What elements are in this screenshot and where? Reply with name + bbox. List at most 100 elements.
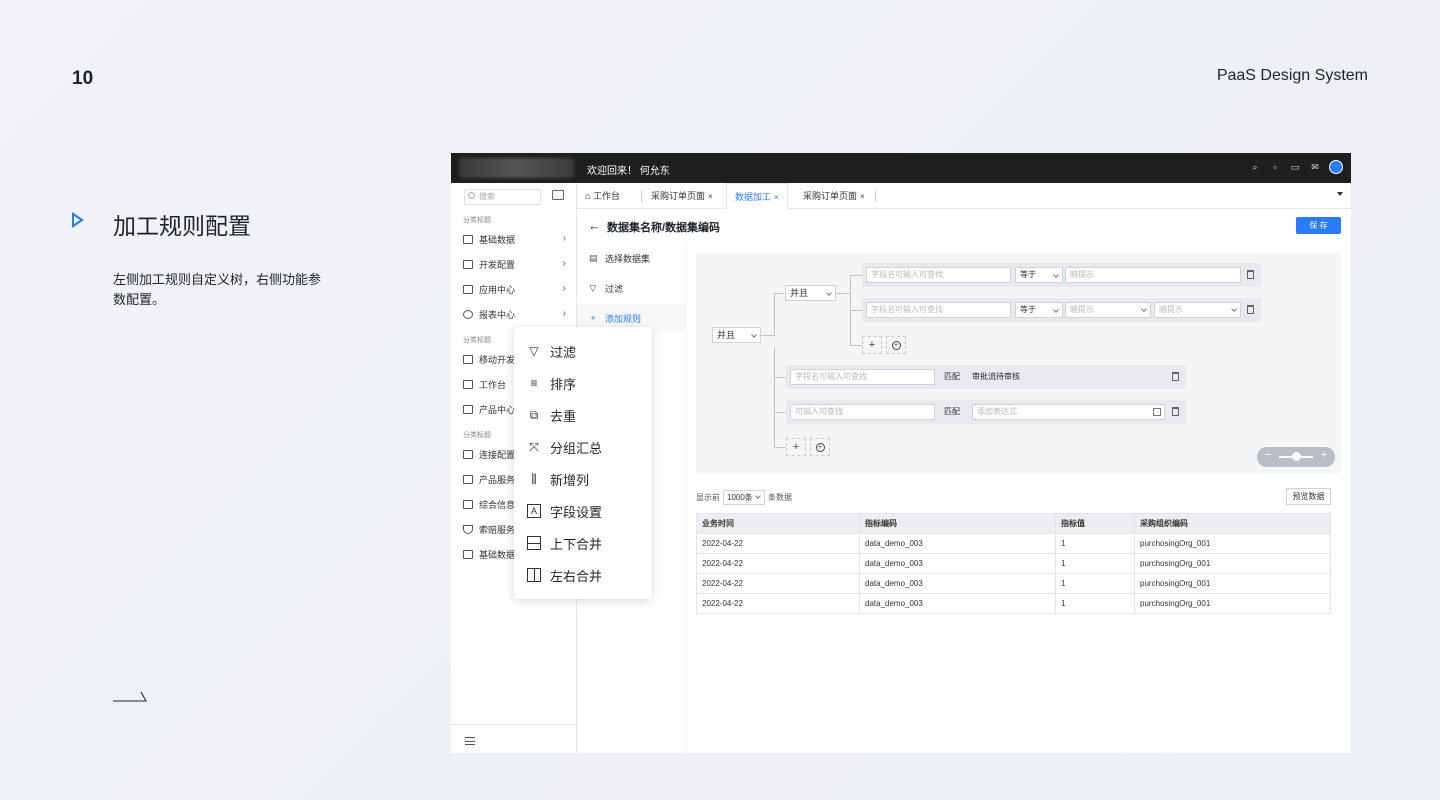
add-column-icon: ⫼	[531, 472, 537, 486]
close-icon[interactable]: ×	[708, 192, 713, 201]
step-select-dataset[interactable]: ▤ 选择数据集	[577, 243, 687, 273]
sidebar-item[interactable]: 开发配置 ›	[463, 255, 568, 273]
add-folder-icon[interactable]	[552, 190, 564, 200]
menu-item-sort[interactable]: ≡ 排序	[514, 367, 652, 399]
trash-icon[interactable]	[1172, 372, 1179, 381]
step-filter[interactable]: ▽ 过滤	[577, 273, 687, 303]
field-input[interactable]: 可输入可查找	[790, 404, 935, 420]
lock-icon[interactable]: ▫	[1269, 161, 1281, 173]
chevron-down-icon	[755, 493, 761, 499]
plus-icon: +	[590, 313, 596, 323]
sidebar-item[interactable]: 基础数据 ›	[463, 230, 568, 248]
page-header: ← 数据集名称/数据集编码 保 存	[577, 209, 1351, 243]
tab-data-processing[interactable]: 数据加工 ×	[726, 183, 788, 209]
trash-icon[interactable]	[1247, 270, 1254, 279]
cube-icon	[463, 474, 473, 484]
zoom-slider[interactable]: − +	[1257, 447, 1335, 467]
section-title: 加工规则配置	[113, 213, 251, 239]
trash-icon[interactable]	[1247, 305, 1254, 314]
trash-icon[interactable]	[1172, 407, 1179, 416]
value-input[interactable]: 暗提示	[1065, 267, 1241, 283]
menu-item-group[interactable]: ⤧ 分组汇总	[514, 431, 652, 463]
merge-vertical-icon	[527, 536, 541, 550]
menu-item-filter[interactable]: ▽ 过滤	[514, 335, 652, 367]
sidebar-item[interactable]: 报表中心 ›	[463, 305, 568, 323]
operator-select[interactable]: 等于	[1015, 302, 1063, 318]
sort-icon: ≡	[530, 376, 538, 390]
table-row: 2022-04-22 data_demo_003 1 purchosingOrg_00…	[696, 573, 1331, 594]
expression-input[interactable]: 添加表达式	[972, 404, 1165, 420]
root-logic-select[interactable]: 并且	[712, 327, 761, 343]
match-label: 匹配	[944, 407, 960, 416]
count-select[interactable]: 1000条	[723, 490, 765, 505]
menu-item-dedupe[interactable]: ⧉ 去重	[514, 399, 652, 431]
menu-item-field[interactable]: A 字段设置	[514, 495, 652, 527]
rule-canvas: 并且 并且 字段名可输入可查找 等于 暗提示 字段名可输入可查找 等于 暗提示 …	[696, 253, 1341, 473]
mail-icon[interactable]: ✉	[1309, 161, 1321, 173]
plus-circle-icon: +	[815, 442, 825, 452]
sidebar-item[interactable]: 应用中心 ›	[463, 280, 568, 298]
add-condition-button[interactable]: +	[786, 438, 806, 456]
add-group-button[interactable]: +	[810, 438, 830, 456]
field-input[interactable]: 字段名可输入可查找	[866, 267, 1011, 283]
slider-handle[interactable]	[1292, 452, 1301, 461]
chart-icon	[463, 309, 473, 319]
value-select[interactable]: 暗提示	[1065, 302, 1151, 318]
menu-item-merge-horizontal[interactable]: 左右合并	[514, 559, 652, 591]
close-icon[interactable]: ×	[860, 192, 865, 201]
plus-circle-icon: +	[891, 340, 901, 350]
search-input[interactable]: 搜索	[464, 189, 541, 205]
link-icon	[463, 449, 473, 459]
search-icon	[468, 192, 475, 199]
connector	[761, 335, 775, 336]
add-condition-button[interactable]: +	[862, 336, 882, 354]
category-title: 分类标题	[463, 432, 491, 439]
connector	[774, 377, 786, 378]
back-arrow-icon[interactable]: ←	[588, 218, 601, 233]
field-input[interactable]: 字段名可输入可查找	[866, 302, 1011, 318]
filter-icon: ▽	[529, 344, 539, 358]
column-header: 指标值	[1055, 513, 1135, 534]
operator-select[interactable]: 等于	[1015, 267, 1063, 283]
data-table: 业务时间 指标编码 指标值 采购组织编码 2022-04-22 data_demo…	[696, 513, 1331, 614]
field-input[interactable]: 字段名可输入可查找	[790, 369, 935, 385]
zoom-in-icon[interactable]: +	[1321, 449, 1327, 461]
page-number: 10	[72, 68, 94, 89]
match-value: 审批流待审核	[972, 372, 1020, 381]
dataset-icon: ▤	[589, 252, 598, 263]
value-select[interactable]: 暗提示	[1154, 302, 1241, 318]
tab-purchase-order-2[interactable]: 采购订单页面 ×	[795, 183, 873, 209]
filter-icon: ▽	[589, 282, 597, 293]
tab-purchase-order[interactable]: 采购订单页面 ×	[643, 183, 721, 209]
chevron-down-icon[interactable]	[1337, 192, 1343, 196]
close-icon[interactable]: ×	[774, 193, 779, 202]
avatar[interactable]	[1329, 160, 1343, 174]
shield-icon	[463, 524, 473, 534]
category-title: 分类标题	[463, 217, 491, 224]
add-group-button[interactable]: +	[886, 336, 906, 354]
merge-horizontal-icon	[527, 568, 541, 582]
collapse-menu-icon[interactable]	[465, 737, 475, 745]
rule-type-menu: ▽ 过滤 ≡ 排序 ⧉ 去重 ⤧ 分组汇总 ⫼ 新增列 A 字段设置 上下合并 左右合并	[514, 327, 652, 599]
divider	[451, 724, 577, 725]
menu-item-merge-vertical[interactable]: 上下合并	[514, 527, 652, 559]
zoom-out-icon[interactable]: −	[1265, 449, 1271, 461]
connector	[774, 293, 784, 294]
monitor-icon	[463, 379, 473, 389]
inbox-icon[interactable]: ▭	[1289, 161, 1301, 173]
tab-workbench[interactable]: ⌂ 工作台	[577, 183, 628, 209]
group-logic-select[interactable]: 并且	[785, 285, 836, 301]
save-button[interactable]: 保 存	[1296, 217, 1341, 234]
grid-icon	[463, 499, 473, 509]
menu-item-add-column[interactable]: ⫼ 新增列	[514, 463, 652, 495]
chevron-right-icon: ›	[562, 258, 566, 269]
divider	[641, 191, 642, 202]
logo	[459, 158, 574, 178]
display-count-row: 显示前 1000条 条数据	[696, 490, 792, 505]
page-title: 数据集名称/数据集编码	[607, 222, 721, 234]
divider	[875, 191, 876, 202]
search-icon[interactable]: ⌕	[1249, 161, 1261, 173]
expand-icon[interactable]	[1153, 408, 1161, 416]
code-icon	[463, 259, 473, 269]
preview-data-button[interactable]: 预览数据	[1286, 488, 1331, 505]
